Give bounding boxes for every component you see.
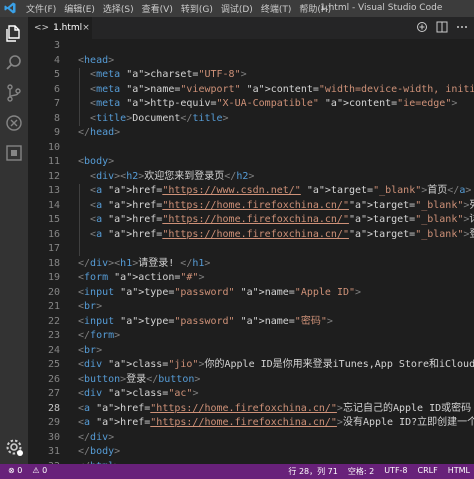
editor-actions [416,21,468,33]
code-line[interactable]: <br> [78,300,102,315]
tab-1-html[interactable]: <> 1.html × [28,17,92,39]
line-number: 28 [47,402,60,414]
code-line[interactable]: <br> [78,344,102,359]
line-number: 3 [53,40,60,51]
cursor-position[interactable]: 行 28，列 71 [288,466,337,477]
line-number: 9 [53,127,60,138]
line-number: 27 [47,388,60,399]
code-line[interactable]: <a "a">href="https://home.firefoxchina.c… [78,416,474,431]
menu-file[interactable]: 文件(F) [26,2,56,15]
tab-bar: <> 1.html × [28,17,474,39]
settings-gear-icon[interactable] [4,437,24,457]
line-number: 12 [47,170,60,182]
window-title: 1.html - Visual Studio Code [320,3,443,13]
line-number: 29 [47,417,60,428]
line-number: 23 [47,330,60,341]
code-line[interactable]: <meta "a">name="viewport" "a">content="w… [78,83,474,98]
language-mode[interactable]: HTML [448,466,470,477]
source-control-icon[interactable] [4,83,24,103]
line-number: 6 [53,83,60,95]
more-actions-icon[interactable] [456,21,468,33]
code-line[interactable]: </head> [78,126,120,141]
code-line[interactable]: </div><h1>请登录! </h1> [78,257,210,272]
end-of-line[interactable]: CRLF [418,466,438,477]
code-editor[interactable]: 3 4 5 6 7 8 9 10 11 12 13 14 15 16 17 18 19 20 21 22 23 24 25 2… [28,39,474,464]
line-number: 4 [53,54,60,66]
line-number: 31 [47,446,60,457]
code-line[interactable]: <a "a">href="https://home.firefoxchina.c… [78,228,474,243]
code-line[interactable]: <div "a">class="ac"> [78,387,198,402]
line-number: 17 [47,243,60,254]
split-editor-icon[interactable] [436,21,448,33]
line-number: 7 [53,98,60,109]
status-bar: ⊗ 0 ⚠ 0 行 28，列 71 空格: 2 UTF-8 CRLF HTML [0,464,474,479]
menu-debug[interactable]: 调试(D) [221,2,253,15]
extensions-icon[interactable] [4,143,24,163]
code-line[interactable]: </form> [78,329,120,344]
line-number: 26 [47,373,60,385]
line-number: 16 [47,228,60,240]
menu-goto[interactable]: 转到(G) [181,2,213,15]
code-line[interactable]: <title>Document</title> [78,112,229,127]
encoding[interactable]: UTF-8 [384,466,407,477]
line-number: 22 [47,315,60,327]
line-number: 30 [47,431,60,443]
line-number: 10 [47,141,60,153]
line-number: 20 [47,286,60,298]
menu-bar: 文件(F) 编辑(E) 选择(S) 查看(V) 转到(G) 调试(D) 终端(T… [26,0,339,17]
line-number: 21 [47,301,60,312]
line-number: 14 [47,199,60,211]
title-bar: 文件(F) 编辑(E) 选择(S) 查看(V) 转到(G) 调试(D) 终端(T… [0,0,474,17]
vscode-logo-icon [4,2,16,14]
line-number: 19 [47,272,60,283]
code-line[interactable]: <meta "a">charset="UTF-8"> [78,68,247,83]
debug-icon[interactable] [4,113,24,133]
errors-indicator[interactable]: ⊗ 0 [8,466,22,475]
search-icon[interactable] [4,53,24,73]
warnings-indicator[interactable]: ⚠ 0 [32,466,47,475]
indentation[interactable]: 空格: 2 [348,466,374,477]
code-line[interactable]: <a "a">href="https://home.firefoxchina.c… [78,213,474,228]
line-number: 13 [47,185,60,196]
code-line[interactable]: <input "a">type="password" "a">name="App… [78,286,361,301]
menu-edit[interactable]: 编辑(E) [64,2,95,15]
code-line[interactable]: <head> [78,54,114,69]
line-number: 18 [47,257,60,269]
line-number: 25 [47,359,60,370]
menu-view[interactable]: 查看(V) [142,2,173,15]
code-line[interactable]: <meta "a">http-equiv="X-UA-Compatible" "… [78,97,457,112]
code-line[interactable]: <input "a">type="password" "a">name="密码"… [78,315,333,330]
tab-label: 1.html [53,23,83,33]
code-line[interactable]: <a "a">href="https://home.firefoxchina.c… [78,402,471,417]
activity-bar [0,17,28,464]
code-line[interactable]: <a "a">href="https://www.csdn.net/" "a">… [78,184,471,199]
menu-selection[interactable]: 选择(S) [103,2,134,15]
code-line[interactable]: <button>登录</button> [78,373,200,388]
line-number: 15 [47,214,60,225]
code-line[interactable]: <form "a">action="#"> [78,271,204,286]
code-line[interactable]: </body> [78,445,120,460]
code-line[interactable]: <div><h2>欢迎您来到登录页</h2> [78,170,254,185]
close-tab-icon[interactable]: × [82,23,90,33]
html-file-icon: <> [34,23,50,33]
code-line[interactable]: <a "a">href="https://home.firefoxchina.c… [78,199,474,214]
open-changes-icon[interactable] [416,21,428,33]
line-number: 24 [47,344,60,356]
line-number: 8 [53,112,60,124]
line-number-gutter: 3 4 5 6 7 8 9 10 11 12 13 14 15 16 17 18 19 20 21 22 23 24 25 2… [28,39,66,464]
menu-terminal[interactable]: 终端(T) [261,2,292,15]
line-number: 5 [53,69,60,80]
code-line[interactable]: </div> [78,431,114,446]
code-line[interactable]: <div "a">class="jio">你的Apple ID是你用来登录iTu… [78,358,474,373]
code-line[interactable]: <body> [78,155,114,170]
explorer-icon[interactable] [4,23,24,43]
line-number: 11 [47,156,60,167]
